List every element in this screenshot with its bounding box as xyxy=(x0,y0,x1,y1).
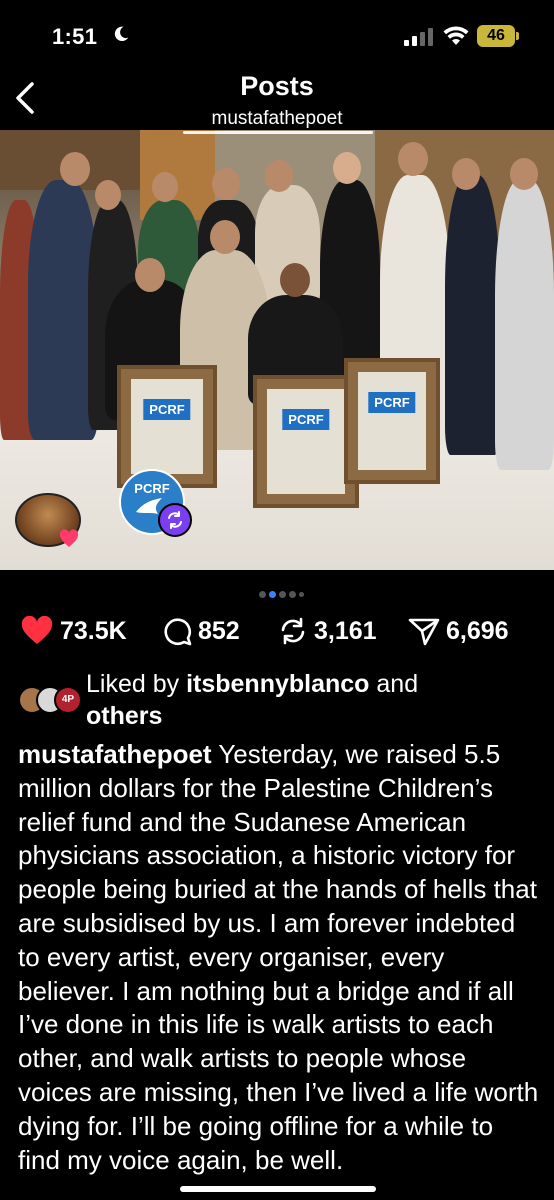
post-image[interactable]: PCRF PCRF PCRF xyxy=(0,130,554,570)
head xyxy=(280,263,310,297)
carousel-dot xyxy=(279,591,286,599)
pcrf-logo: PCRF xyxy=(282,409,330,430)
pcrf-badge-label: PCRF xyxy=(134,481,170,496)
caption-author[interactable]: mustafathepoet xyxy=(18,739,212,769)
liked-by-avatars: 4P xyxy=(18,686,82,714)
repost-badge-icon xyxy=(158,503,192,537)
liker-avatar-badge: 4P xyxy=(61,694,75,705)
liked-by-text: Liked by itsbennyblanco and others xyxy=(86,668,536,732)
caption-text: Yesterday, we raised 5.5 million dollars… xyxy=(18,739,539,1175)
head xyxy=(212,168,240,200)
repost-count: 3,161 xyxy=(314,616,377,645)
page-subtitle-username[interactable]: mustafathepoet xyxy=(0,108,554,130)
head xyxy=(210,220,240,254)
pcrf-logo: PCRF xyxy=(143,399,191,420)
comment-count: 852 xyxy=(198,616,240,645)
carousel-dot xyxy=(259,591,266,599)
head xyxy=(265,160,293,192)
certificate-paper: PCRF xyxy=(267,389,345,494)
framed-certificate: PCRF xyxy=(117,365,217,488)
framed-certificate: PCRF xyxy=(344,358,440,484)
comment-button[interactable]: 852 xyxy=(162,614,240,648)
comment-icon xyxy=(164,618,192,646)
subtitle-underline xyxy=(183,131,373,134)
head xyxy=(333,152,361,184)
share-send-icon xyxy=(408,618,440,646)
head xyxy=(510,158,538,190)
liker-avatar: 4P xyxy=(54,686,82,714)
carousel-dot-active xyxy=(269,591,276,599)
carousel-dot xyxy=(289,591,296,599)
moon-icon xyxy=(114,26,129,42)
heart-filled-icon xyxy=(21,616,53,644)
share-count: 6,696 xyxy=(446,616,509,645)
head xyxy=(152,172,178,202)
carousel-pagination xyxy=(259,586,307,604)
post-caption: mustafathepoet Yesterday, we raised 5.5 … xyxy=(18,738,542,1177)
pcrf-logo: PCRF xyxy=(368,392,416,413)
cellular-signal-icon xyxy=(404,28,433,46)
page-title: Posts xyxy=(240,71,314,101)
liked-by-prefix: Liked by xyxy=(86,670,180,698)
head xyxy=(135,258,165,292)
liked-by-user[interactable]: itsbennyblanco xyxy=(186,670,369,698)
person xyxy=(495,180,554,470)
status-time: 1:51 xyxy=(52,24,98,49)
certificate-paper: PCRF xyxy=(131,379,203,474)
carousel-dot xyxy=(299,592,304,598)
like-button[interactable]: 73.5K xyxy=(20,614,127,648)
wifi-icon xyxy=(443,26,469,45)
person xyxy=(445,175,500,455)
share-button[interactable]: 6,696 xyxy=(408,614,509,648)
head xyxy=(452,158,480,190)
repost-icon xyxy=(281,617,305,645)
head xyxy=(60,152,90,186)
heart-badge-icon xyxy=(59,529,79,547)
battery-tip xyxy=(516,32,519,40)
like-count: 73.5K xyxy=(60,616,127,645)
repost-button[interactable]: 3,161 xyxy=(278,614,377,648)
liked-by-others[interactable]: others xyxy=(86,702,162,730)
home-indicator[interactable] xyxy=(180,1186,376,1192)
head xyxy=(95,180,121,210)
status-bar: 1:51 46 xyxy=(0,0,554,70)
liked-by-suffix: and xyxy=(376,670,419,698)
battery-indicator: 46 xyxy=(477,25,515,47)
head xyxy=(398,142,428,176)
certificate-paper: PCRF xyxy=(358,372,426,470)
action-bar: 73.5K 852 3,161 6,696 xyxy=(20,614,540,648)
